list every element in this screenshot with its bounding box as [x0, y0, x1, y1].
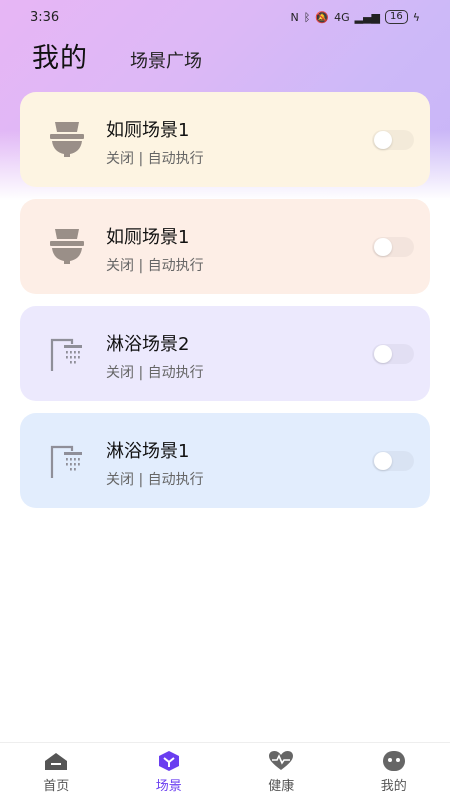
scene-name: 淋浴场景2: [106, 334, 190, 355]
nfc-icon: N: [290, 10, 299, 24]
bottom-tab-bar: 首页 场景 健康 我的: [0, 742, 450, 800]
toilet-icon: [50, 229, 84, 264]
tab-mine[interactable]: 我的: [354, 750, 434, 794]
scene-card[interactable]: 淋浴场景1 关闭 | 自动执行: [20, 413, 430, 508]
scene-name: 如厕场景1: [106, 120, 190, 141]
heart-icon: [269, 750, 294, 770]
network-label: 4G: [334, 10, 350, 24]
signal-icon: ▂▄▆: [354, 10, 380, 24]
tab-label: 我的: [380, 778, 407, 794]
scene-name: 如厕场景1: [106, 227, 190, 248]
toilet-icon: [50, 122, 84, 157]
tab-scene[interactable]: 场景: [129, 750, 209, 794]
scene-toggle[interactable]: [372, 237, 414, 257]
scene-status: 关闭 | 自动执行: [106, 258, 204, 274]
tab-home[interactable]: 首页: [16, 750, 96, 794]
tab-scene-square[interactable]: 场景广场: [130, 47, 202, 73]
scene-status: 关闭 | 自动执行: [106, 472, 204, 488]
tab-label: 健康: [268, 778, 295, 794]
bluetooth-icon: ᛒ: [303, 10, 311, 24]
scene-icon: [158, 750, 179, 771]
scene-name: 淋浴场景1: [106, 441, 190, 462]
status-icons: N ᛒ 🔕 4G ▂▄▆ 16 ϟ: [291, 10, 420, 24]
face-icon: [382, 750, 405, 771]
scene-status: 关闭 | 自动执行: [106, 365, 204, 381]
tab-label: 首页: [43, 778, 70, 794]
shower-icon: [50, 338, 82, 371]
mute-icon: 🔕: [315, 10, 330, 24]
status-time: 3:36: [30, 9, 60, 25]
shower-icon: [50, 445, 82, 478]
scene-toggle[interactable]: [372, 344, 414, 364]
home-icon: [45, 752, 68, 770]
charging-icon: ϟ: [412, 10, 420, 24]
scene-toggle[interactable]: [372, 451, 414, 471]
scene-card[interactable]: 淋浴场景2 关闭 | 自动执行: [20, 306, 430, 401]
page-header: 我的 场景广场: [32, 36, 202, 75]
scene-card[interactable]: 如厕场景1 关闭 | 自动执行: [20, 199, 430, 294]
scene-card[interactable]: 如厕场景1 关闭 | 自动执行: [20, 92, 430, 187]
scene-list: 如厕场景1 关闭 | 自动执行 如厕场景1 关闭 | 自动执行 淋浴场景2 关闭…: [20, 92, 430, 520]
tab-label: 场景: [155, 778, 182, 794]
tab-health[interactable]: 健康: [241, 750, 321, 794]
scene-status: 关闭 | 自动执行: [106, 151, 204, 167]
battery-icon: 16: [385, 10, 408, 24]
scene-toggle[interactable]: [372, 130, 414, 150]
page-title: 我的: [32, 43, 88, 74]
status-bar: 3:36 N ᛒ 🔕 4G ▂▄▆ 16 ϟ: [0, 0, 450, 34]
